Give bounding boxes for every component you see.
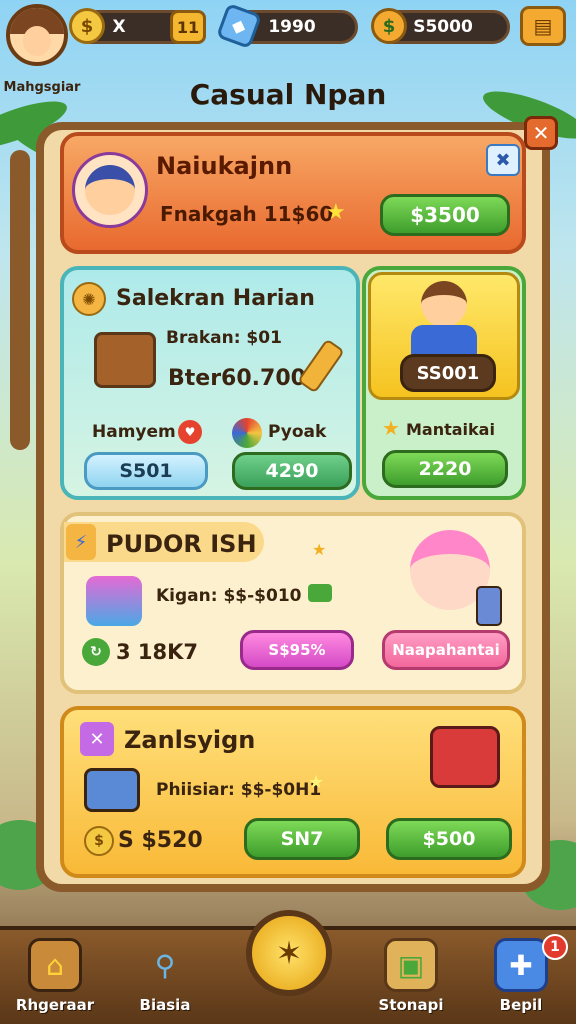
share-icon[interactable]: ✖	[486, 144, 520, 176]
bundle-coins: S $520	[118, 828, 203, 853]
gear-badge-icon: ✺	[72, 282, 106, 316]
promo-price-label: Kigan: $$-$010	[156, 586, 302, 606]
featured-offer-card: Naiukajnn Fnakgah 11$60 ★ $3500 ✖	[60, 132, 526, 254]
gem-icon: ◆	[215, 2, 263, 50]
nav-item-home[interactable]: ⌂ Rhgeraar	[0, 930, 110, 1024]
page-title: Casual Npan	[189, 78, 387, 111]
bundle-left-button[interactable]: SN7	[244, 818, 360, 860]
daily-right-button[interactable]: 4290	[232, 452, 352, 490]
nav-item-search[interactable]: ⚲ Biasia	[110, 930, 220, 1024]
daily-price-label: Brakan: $01	[166, 328, 282, 348]
puzzle-icon: ✚	[494, 938, 548, 992]
featured-title: Naiukajnn	[156, 152, 293, 180]
nav-item-puzzle[interactable]: ✚ Bepil 1	[466, 930, 576, 1024]
candy-icon	[232, 418, 262, 448]
nav-item-shop[interactable]: ▣ Stonapi	[356, 930, 466, 1024]
promo-action-button[interactable]: Naapahantai	[382, 630, 510, 670]
briefcase-icon: ▤	[533, 14, 553, 38]
cash-icon: $	[371, 8, 407, 44]
character-portrait-icon	[72, 152, 148, 228]
magnifier-icon: ⚲	[154, 948, 176, 982]
star-icon: ★	[382, 416, 400, 440]
bundle-title: Zanlsyign	[124, 726, 256, 754]
sparkle-icon: ★	[312, 540, 327, 559]
heart-icon: ♥	[178, 420, 202, 444]
notification-badge: 1	[542, 934, 568, 960]
cash-counter: $ S5000	[371, 8, 510, 44]
gift-box-icon	[86, 576, 142, 626]
daily-total: Bter60.700	[168, 366, 306, 391]
hero-buy-button[interactable]: 2220	[382, 450, 508, 488]
featured-subtitle: Fnakgah 11$60	[160, 202, 334, 226]
hero-label: Mantaikai	[406, 420, 495, 439]
daily-left-label: Hamyem	[92, 422, 176, 442]
top-bar: Mahgsgiar $ X 11 ◆ 1990 $ S5000 ▤	[0, 0, 576, 95]
coin-icon: $	[84, 826, 114, 856]
gem-counter: ◆ 1990	[215, 2, 358, 50]
bundle-right-button[interactable]: $500	[386, 818, 512, 860]
home-icon: ⌂	[28, 938, 82, 992]
compass-button[interactable]: ✶	[246, 910, 332, 996]
sparkle-icon: ★	[308, 772, 325, 793]
close-icon: ✕	[532, 121, 550, 145]
bundle-price-label: Phiisiar: $$-$0H1	[156, 780, 322, 800]
coin-icon: $	[69, 8, 105, 44]
promo-title: PUDOR ISH	[106, 530, 257, 558]
close-button[interactable]: ✕	[524, 116, 558, 150]
compass-icon: ✶	[275, 934, 303, 972]
phone-icon	[476, 586, 502, 626]
hero-offer-card: SS001 ★ Mantaikai 2220	[362, 266, 526, 500]
promo-offer-card: ⚡ PUDOR ISH ★ Kigan: $$-$010 ↻ 3 18K7 S$…	[60, 512, 526, 694]
menu-button[interactable]: ▤	[520, 6, 566, 46]
cross-badge-icon: ✕	[80, 722, 114, 756]
hero-face-icon	[421, 281, 467, 327]
featured-buy-button[interactable]: $3500	[380, 194, 510, 236]
promo-discount-button[interactable]: S$95%	[240, 630, 354, 670]
star-icon: ★	[326, 200, 346, 225]
chest-icon	[430, 726, 500, 788]
hero-price-button[interactable]: SS001	[400, 354, 496, 392]
lightning-icon: ⚡	[66, 524, 96, 560]
promo-counter: 3 18K7	[116, 640, 199, 664]
daily-title: Salekran Harian	[116, 286, 315, 311]
daily-right-label: Pyoak	[268, 422, 327, 442]
treasure-chest-icon	[94, 332, 156, 388]
shop-box-icon: ▣	[384, 938, 438, 992]
refresh-icon: ↻	[82, 638, 110, 666]
treasure-pile-icon	[84, 768, 140, 812]
player-avatar[interactable]	[6, 4, 68, 66]
coin-add-button[interactable]: 11	[170, 10, 206, 44]
bundle-offer-card: ✕ Zanlsyign Phiisiar: $$-$0H1 ★ $ S $520…	[60, 706, 526, 878]
daily-left-button[interactable]: S501	[84, 452, 208, 490]
cash-bundle-icon	[308, 584, 332, 602]
daily-offer-card: ✺ Salekran Harian Brakan: $01 Bter60.700…	[60, 266, 360, 500]
